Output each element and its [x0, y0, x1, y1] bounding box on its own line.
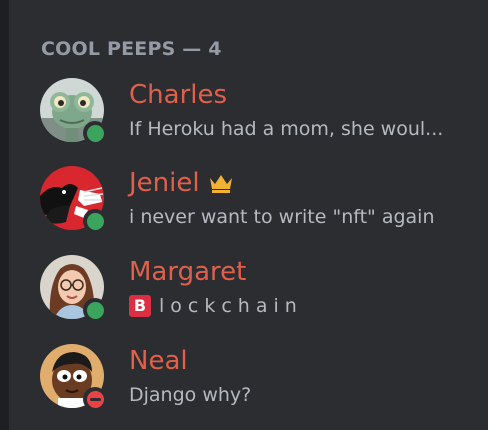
- name-row: Jeniel: [129, 166, 234, 200]
- do-not-disturb-status-icon: [86, 390, 104, 408]
- name-row: Margaret: [129, 255, 246, 289]
- member-item-margaret[interactable]: Margaret B lockchain: [29, 255, 481, 335]
- username[interactable]: Neal: [129, 344, 188, 378]
- name-row: Neal: [129, 344, 188, 378]
- name-row: Charles: [129, 78, 227, 112]
- custom-status: i never want to write "nft" again: [129, 204, 435, 230]
- avatar[interactable]: [40, 166, 107, 233]
- avatar[interactable]: [40, 78, 107, 145]
- status-indicator: [83, 209, 107, 233]
- sidebar-edge: [0, 0, 9, 430]
- status-indicator: [83, 387, 107, 411]
- custom-status-text: i never want to write "nft" again: [129, 206, 435, 228]
- custom-status: B lockchain: [129, 293, 303, 319]
- status-indicator: [83, 121, 107, 145]
- username[interactable]: Jeniel: [129, 166, 200, 200]
- custom-status-text: If Heroku had a mom, she woul...: [129, 118, 444, 140]
- avatar[interactable]: [40, 344, 107, 411]
- username[interactable]: Margaret: [129, 255, 246, 289]
- custom-status: Django why?: [129, 382, 251, 408]
- custom-status-text: lockchain: [159, 295, 303, 317]
- online-status-icon: [86, 212, 104, 230]
- b-emoji-icon: B: [129, 295, 151, 317]
- online-status-icon: [86, 124, 104, 142]
- member-item-jeniel[interactable]: Jeniel i never want to write "nft" again: [29, 166, 481, 246]
- member-group-header: COOL PEEPS — 4: [41, 38, 222, 60]
- custom-status: If Heroku had a mom, she woul...: [129, 116, 443, 142]
- member-list: COOL PEEPS — 4 Charles If Heroku had a m…: [9, 0, 488, 430]
- crown-icon: [209, 175, 232, 193]
- avatar[interactable]: [40, 255, 107, 322]
- member-item-neal[interactable]: Neal Django why?: [29, 344, 481, 424]
- online-status-icon: [86, 301, 104, 319]
- custom-status-text: Django why?: [129, 384, 252, 406]
- username[interactable]: Charles: [129, 78, 227, 112]
- status-indicator: [83, 298, 107, 322]
- member-item-charles[interactable]: Charles If Heroku had a mom, she woul...: [29, 78, 481, 158]
